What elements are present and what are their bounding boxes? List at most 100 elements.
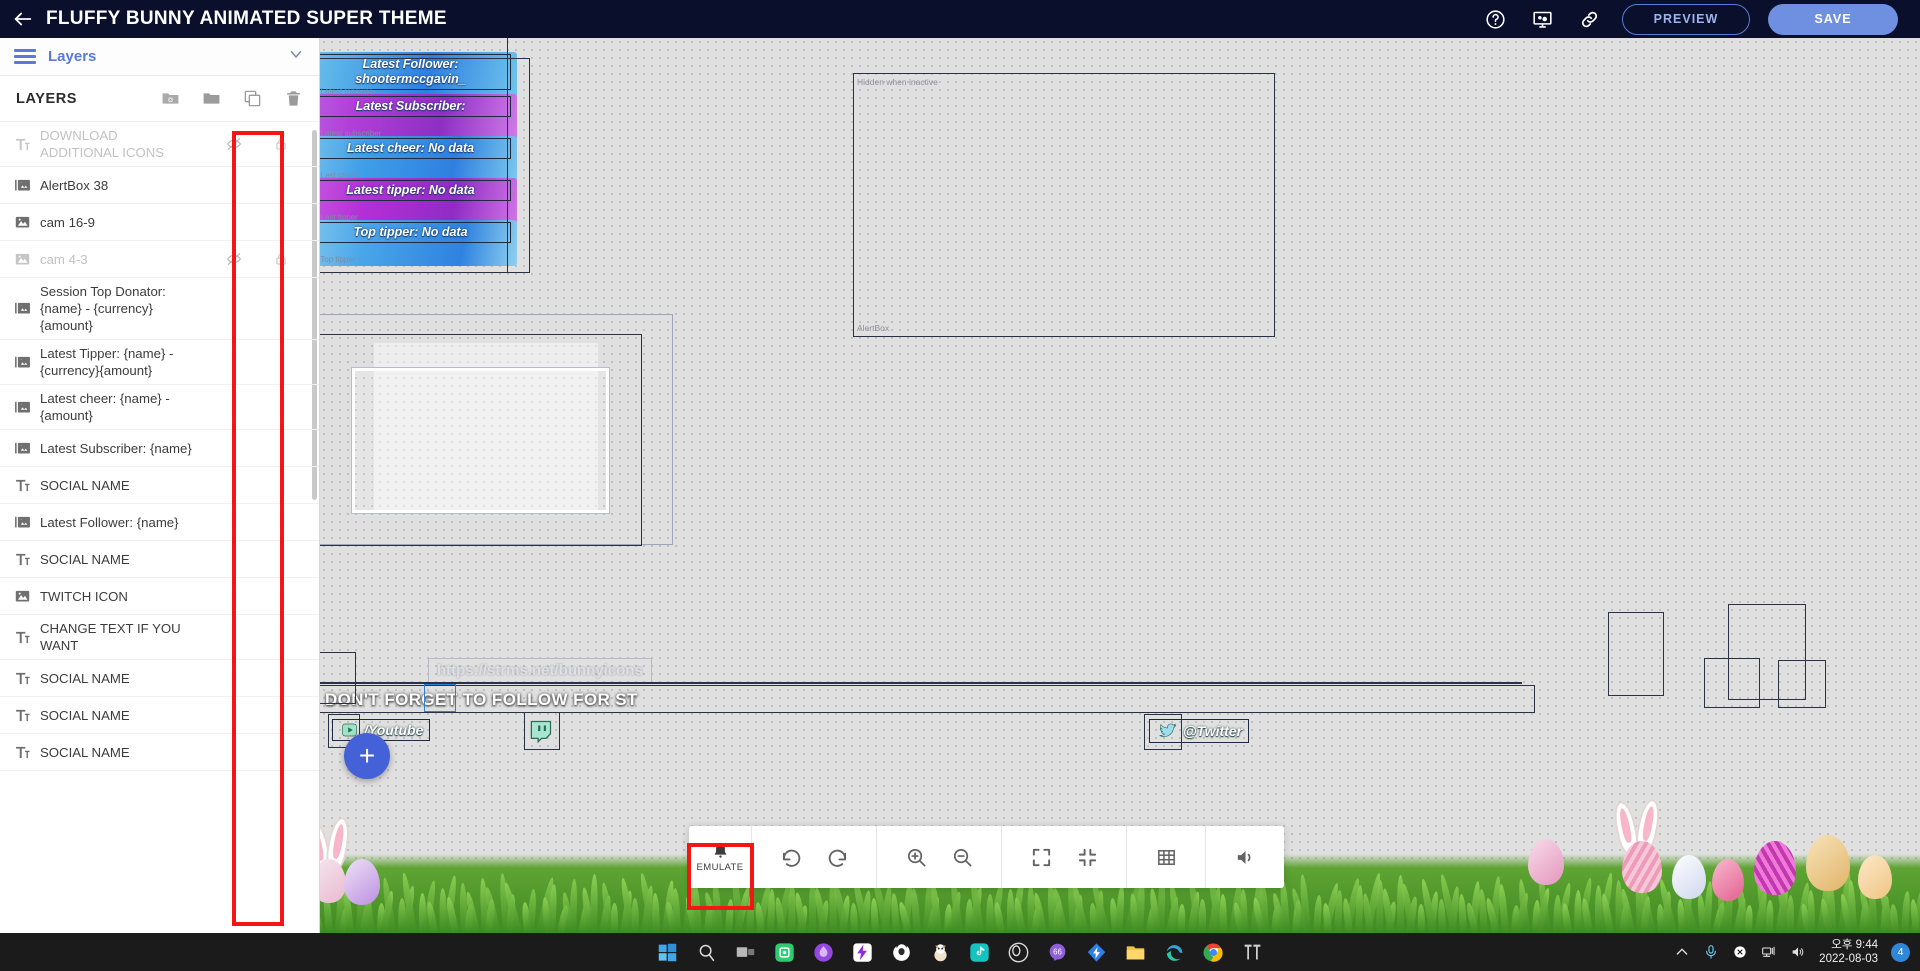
taskbar-streamlabs-button[interactable]: 66: [1043, 937, 1073, 967]
trash-icon[interactable]: [284, 89, 303, 108]
expand-button[interactable]: [1018, 826, 1064, 888]
layer-row[interactable]: DOWNLOAD ADDITIONAL ICONS: [0, 122, 319, 167]
close-circle-icon[interactable]: [1732, 944, 1748, 960]
collapse-icon: [1078, 848, 1096, 866]
layer-row[interactable]: Session Top Donator: {name} - {currency}…: [0, 278, 319, 340]
hamburger-icon[interactable]: [14, 48, 36, 65]
layer-visibility-toggle[interactable]: [205, 251, 263, 267]
taskbar-tiktok-button[interactable]: [965, 937, 995, 967]
layer-row[interactable]: Latest Tipper: {name} - {currency}{amoun…: [0, 340, 319, 385]
grid-button[interactable]: [1143, 826, 1189, 888]
social-chip-label: @Twitter: [1183, 723, 1243, 739]
layer-row[interactable]: SOCIAL NAME: [0, 541, 319, 578]
canvas-bounds-frame[interactable]: [320, 682, 1522, 684]
taskbar-clock[interactable]: 오후 9:44 2022-08-03: [1819, 938, 1878, 966]
network-icon[interactable]: [1761, 944, 1777, 960]
decor-frame[interactable]: [1704, 658, 1760, 708]
grass-blade: [1889, 903, 1899, 933]
zoom-group: [876, 826, 1001, 888]
history-group: [751, 826, 876, 888]
zoom-out-button[interactable]: [939, 826, 985, 888]
layer-row[interactable]: Latest Subscriber: {name}: [0, 430, 319, 467]
design-canvas[interactable]: Latest Follower:shootermccgavin_Image La…: [320, 38, 1920, 933]
back-button[interactable]: [0, 0, 46, 38]
layer-row[interactable]: SOCIAL NAME: [0, 660, 319, 697]
text-layer-icon: [14, 551, 40, 568]
group-folder-icon[interactable]: [202, 89, 221, 108]
banner-text-frame[interactable]: [320, 685, 1535, 713]
notification-badge[interactable]: 4: [1891, 942, 1910, 962]
taskbar-firefox-dev-button[interactable]: [887, 937, 917, 967]
layer-row[interactable]: TWITCH ICON: [0, 578, 319, 615]
layer-row[interactable]: CHANGE TEXT IF YOU WANT: [0, 615, 319, 660]
redo-button[interactable]: [814, 826, 860, 888]
taskbar-obs-button[interactable]: [1004, 937, 1034, 967]
layer-list[interactable]: DOWNLOAD ADDITIONAL ICONS AlertBox 38 cam …: [0, 122, 319, 933]
grass-blade: [890, 892, 900, 933]
grass-blade: [631, 897, 639, 933]
speaker-icon[interactable]: [1790, 944, 1806, 960]
add-layer-button[interactable]: +: [344, 733, 390, 779]
layer-name: SOCIAL NAME: [40, 707, 130, 723]
layer-row[interactable]: Latest cheer: {name} - {amount}: [0, 385, 319, 430]
layer-row[interactable]: cam 16-9: [0, 204, 319, 241]
text-layer-icon: [14, 477, 40, 494]
layer-row[interactable]: cam 4-3: [0, 241, 319, 278]
volume-button[interactable]: [1222, 826, 1268, 888]
taskbar-purple-flame-button[interactable]: [809, 937, 839, 967]
taskbar-windows-start-button[interactable]: [653, 937, 683, 967]
chevron-up-icon[interactable]: [1674, 944, 1690, 960]
decor-frame[interactable]: [320, 652, 356, 704]
taskbar-text-app-button[interactable]: [1238, 937, 1268, 967]
layer-name: Latest Subscriber: {name}: [40, 440, 192, 456]
lock-icon: [276, 253, 286, 265]
layer-name: AlertBox 38: [40, 177, 109, 193]
twitter-icon-frame[interactable]: [1144, 714, 1182, 750]
collapse-button[interactable]: [1064, 826, 1110, 888]
duplicate-icon[interactable]: [243, 89, 262, 108]
decor-frame[interactable]: [1778, 660, 1826, 708]
grass-blade: [1807, 889, 1815, 933]
layer-lock-toggle[interactable]: [263, 137, 299, 151]
zoom-in-icon: [907, 848, 926, 867]
layer-row[interactable]: Latest Follower: {name}: [0, 504, 319, 541]
preview-button[interactable]: PREVIEW: [1622, 3, 1750, 35]
layer-row[interactable]: SOCIAL NAME: [0, 697, 319, 734]
grass-blade: [1787, 895, 1794, 933]
windows-taskbar: 66 오후 9:44 2022-08-03 4: [0, 933, 1920, 971]
layer-visibility-toggle[interactable]: [205, 136, 263, 152]
taskbar-green-app-button[interactable]: [770, 937, 800, 967]
taskbar-file-explorer-button[interactable]: [1121, 937, 1151, 967]
task-view-icon: [736, 946, 755, 957]
taskbar-task-view-button[interactable]: [731, 937, 761, 967]
layer-row[interactable]: AlertBox 38: [0, 167, 319, 204]
undo-button[interactable]: [768, 826, 814, 888]
chevron-down-icon[interactable]: [287, 45, 305, 68]
layer-row[interactable]: SOCIAL NAME: [0, 467, 319, 504]
image-solid-icon: [14, 214, 40, 231]
canvas-frame-outline[interactable]: [320, 58, 530, 273]
taskbar-white-purple-button[interactable]: [848, 937, 878, 967]
taskbar-edge-button[interactable]: [1160, 937, 1190, 967]
url-text-layer[interactable]: https://strms.net/bunnyicons: [428, 658, 652, 683]
display-settings-button[interactable]: [1532, 9, 1553, 30]
taskbar-search-button[interactable]: [692, 937, 722, 967]
selected-icon-frame[interactable]: [424, 684, 456, 712]
alertbox-hidden-label: Hidden when inactive: [857, 77, 938, 87]
twitch-icon-frame[interactable]: [524, 712, 560, 750]
emulate-button[interactable]: EMULATE: [689, 826, 751, 888]
layer-lock-toggle[interactable]: [263, 252, 299, 266]
share-link-button[interactable]: [1579, 9, 1600, 30]
layer-row[interactable]: SOCIAL NAME: [0, 734, 319, 771]
ungroup-icon[interactable]: [161, 89, 180, 108]
alertbox-frame[interactable]: Hidden when inactive AlertBox: [853, 73, 1275, 337]
taskbar-mascot-app-button[interactable]: [926, 937, 956, 967]
microphone-icon[interactable]: [1703, 944, 1719, 960]
taskbar-chrome-button[interactable]: [1199, 937, 1229, 967]
taskbar-blue-bolt-button[interactable]: [1082, 937, 1112, 967]
help-button[interactable]: [1485, 9, 1506, 30]
zoom-in-button[interactable]: [893, 826, 939, 888]
grass-blade: [1497, 883, 1509, 933]
decor-frame[interactable]: [1608, 612, 1664, 696]
save-button[interactable]: SAVE: [1768, 3, 1898, 35]
